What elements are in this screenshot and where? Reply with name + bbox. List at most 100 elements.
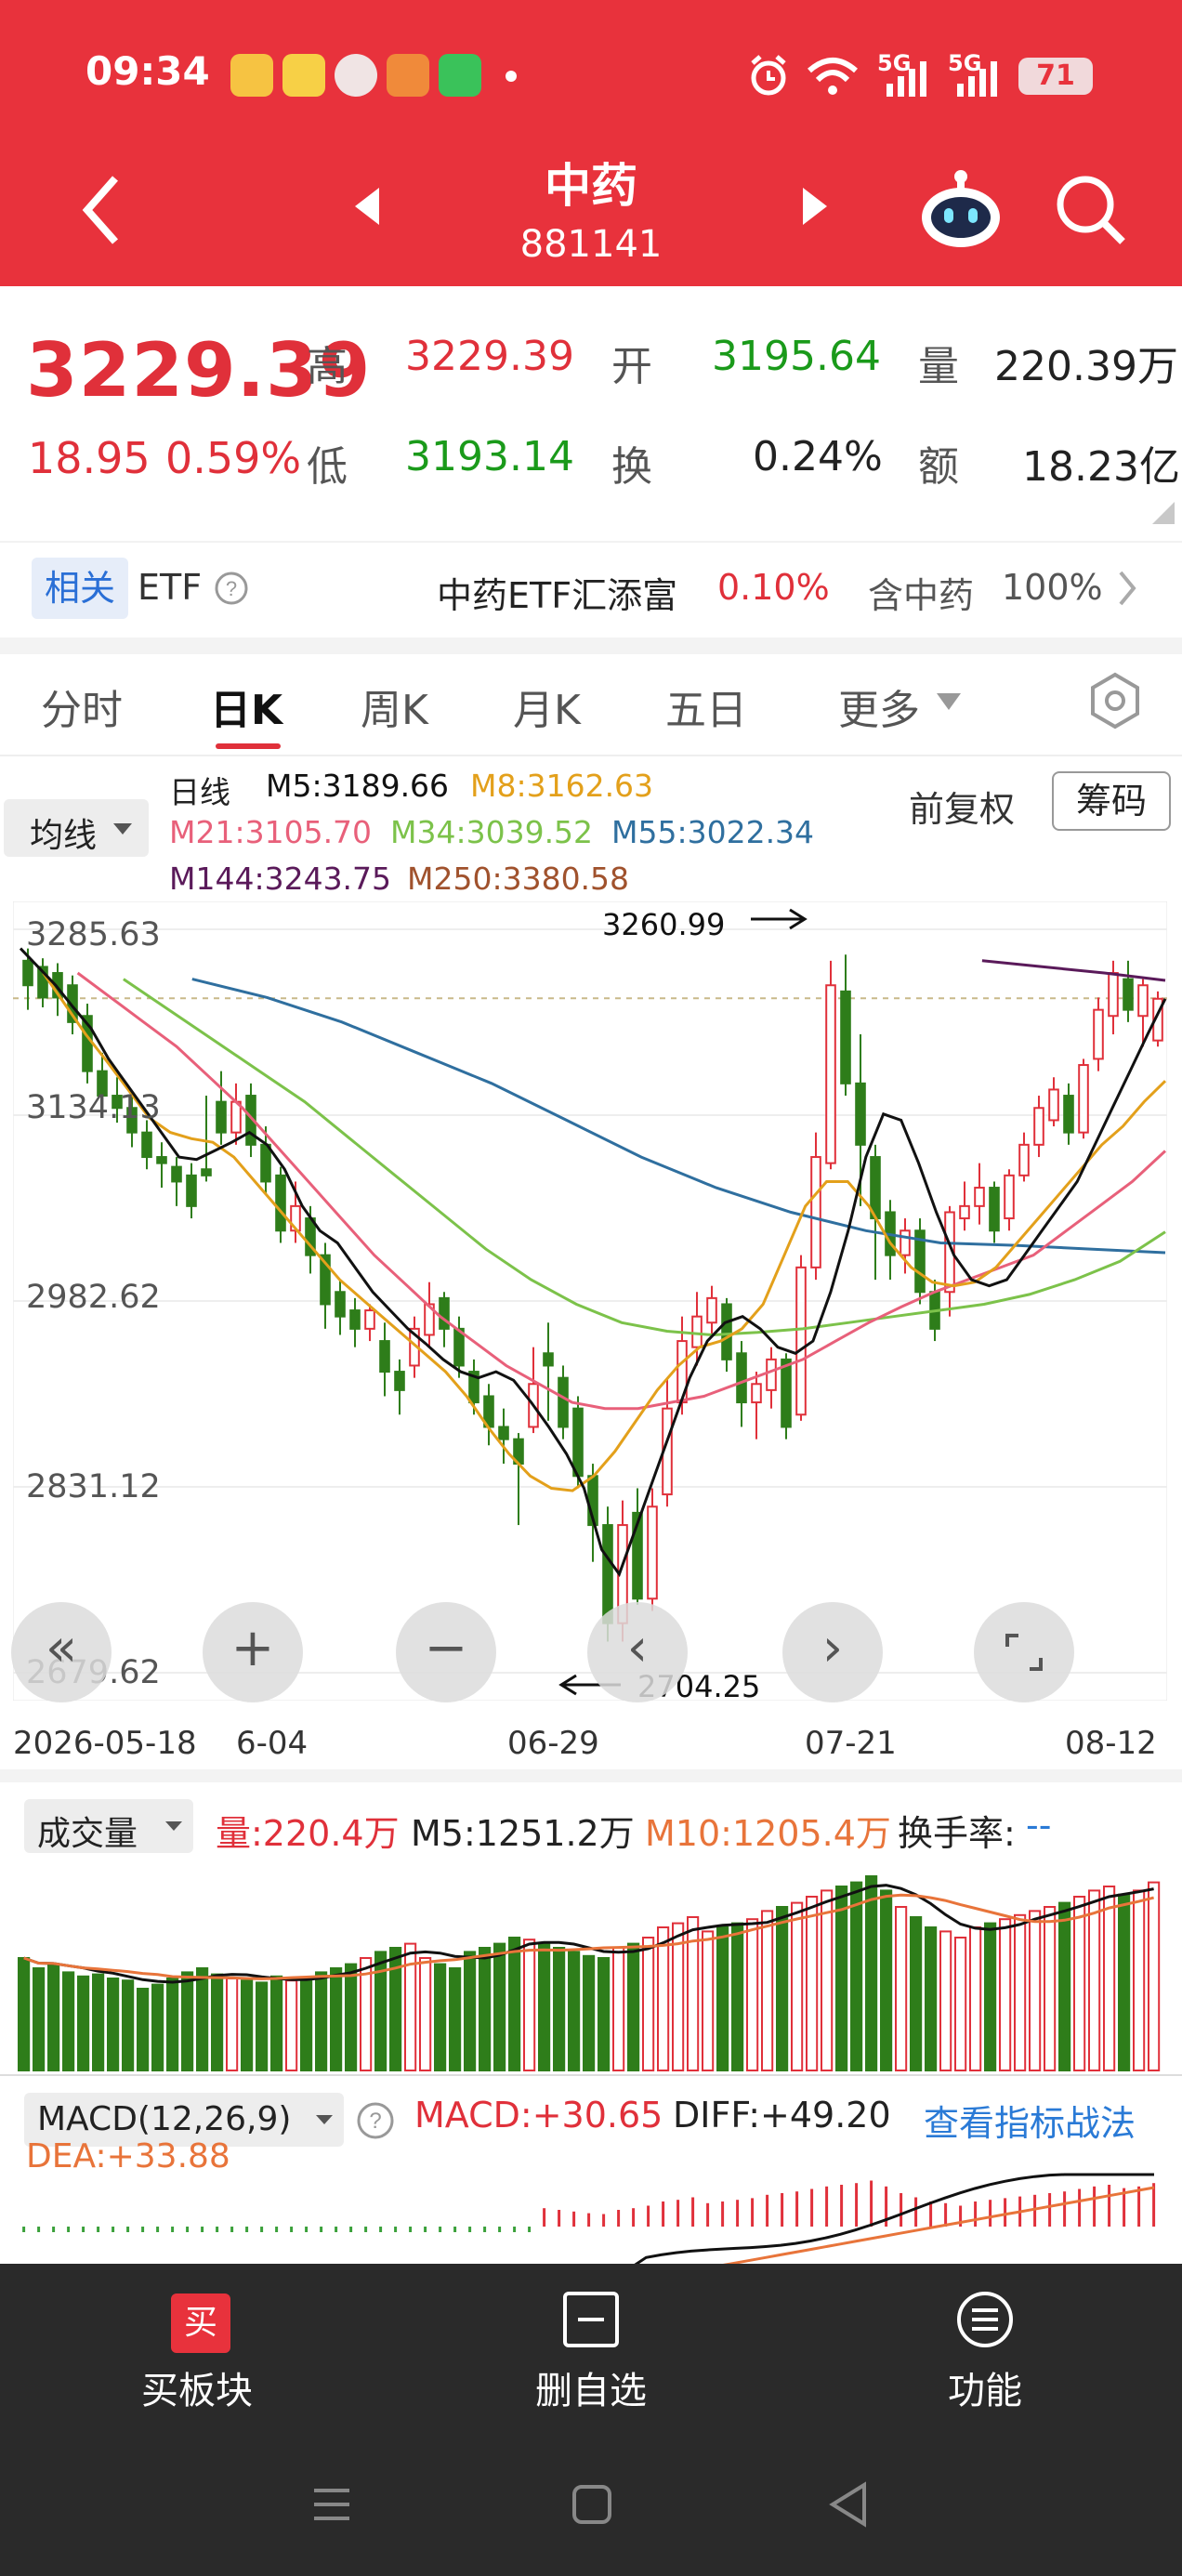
y-tick-3: 2982.62 xyxy=(26,1279,161,1316)
candle xyxy=(572,1407,584,1478)
volume-bar xyxy=(969,1926,982,2071)
candle xyxy=(335,1291,346,1318)
x-label-start: 2026-05-18 xyxy=(13,1725,197,1762)
tab-weekly-k[interactable]: 周K xyxy=(361,677,428,736)
volume-bar xyxy=(568,1951,581,2071)
volume-bar xyxy=(1118,1893,1131,2071)
volume-bar xyxy=(523,1939,536,2071)
fullscreen-icon xyxy=(1005,1634,1043,1671)
volume-bar xyxy=(345,1963,358,2071)
buy-icon[interactable]: 买 xyxy=(171,2293,230,2353)
volume-bar xyxy=(1029,1910,1042,2072)
home-nav-icon[interactable] xyxy=(571,2483,613,2526)
volume-bar xyxy=(1103,1886,1116,2071)
function-button[interactable]: 功能 xyxy=(892,2360,1078,2414)
turnover-label: 换 xyxy=(611,443,652,491)
scroll-right-button[interactable]: › xyxy=(782,1602,883,1702)
chips-button[interactable]: 筹码 xyxy=(1052,771,1171,831)
app-icon-1 xyxy=(230,54,273,97)
volume-selector[interactable]: 成交量 xyxy=(24,1799,193,1853)
macd-selector-label: MACD(12,26,9) xyxy=(37,2100,292,2138)
x-label-4: 07-21 xyxy=(805,1725,897,1762)
volume-bar xyxy=(939,1930,952,2072)
weibo-icon xyxy=(282,54,325,97)
tab-active-indicator xyxy=(216,743,281,749)
candle xyxy=(900,1229,911,1256)
volume-bar xyxy=(464,1951,477,2071)
etf-hold-pct: 100% xyxy=(1002,567,1103,608)
volume-bar xyxy=(731,1922,744,2071)
volume-bar xyxy=(137,1988,150,2071)
fullscreen-button[interactable] xyxy=(974,1602,1074,1702)
volume-bar xyxy=(895,1906,908,2071)
volume-bar xyxy=(984,1922,997,2071)
volume-bar xyxy=(77,1975,90,2071)
tab-five-day[interactable]: 五日 xyxy=(665,677,747,736)
adjust-mode[interactable]: 前复权 xyxy=(909,781,1015,832)
candle xyxy=(1093,1008,1104,1060)
candle xyxy=(543,1352,554,1367)
volume-bar xyxy=(122,1979,135,2071)
notification-dot xyxy=(506,71,517,82)
etf-name[interactable]: 中药ETF汇添富 xyxy=(437,567,677,618)
etf-hold-label: 含中药 xyxy=(868,575,975,616)
zoom-out-button[interactable]: − xyxy=(396,1602,496,1702)
function-menu-icon[interactable] xyxy=(955,2290,1015,2349)
tab-more[interactable]: 更多 xyxy=(838,677,920,736)
expand-corner-icon[interactable] xyxy=(1152,502,1175,524)
chevron-right-icon[interactable] xyxy=(1115,569,1139,608)
zoom-in-button[interactable]: + xyxy=(203,1602,303,1702)
macd-chart[interactable] xyxy=(13,2165,1167,2264)
volume-dropdown-icon xyxy=(165,1821,182,1831)
open-label: 开 xyxy=(611,343,652,390)
high-arrow-icon xyxy=(751,908,808,930)
y-tick-2: 3134.13 xyxy=(26,1089,161,1126)
scroll-left-fast-button[interactable]: « xyxy=(11,1602,112,1702)
menu-nav-icon[interactable] xyxy=(310,2483,353,2526)
help-icon[interactable]: ? xyxy=(214,571,249,606)
battery-indicator: 71 xyxy=(1018,58,1093,95)
volume-bar xyxy=(508,1937,521,2071)
macd-strategy-link[interactable]: 查看指标战法 xyxy=(924,2095,1136,2146)
remove-watchlist-icon[interactable] xyxy=(561,2290,621,2349)
volume-bar xyxy=(1073,1896,1086,2071)
candle xyxy=(751,1383,762,1404)
volume-selector-label: 成交量 xyxy=(37,1815,138,1853)
header-bar: 09:34 5G 5G 71 中药 881141 xyxy=(0,0,1182,286)
tab-monthly-k[interactable]: 月K xyxy=(513,677,581,736)
tab-daily-k[interactable]: 日K xyxy=(210,677,282,736)
tab-intraday[interactable]: 分时 xyxy=(41,677,123,736)
next-stock-icon[interactable] xyxy=(799,186,831,227)
volume-bar xyxy=(434,1963,447,2071)
volume-bar xyxy=(999,1918,1012,2071)
macd-value: MACD:+30.65 xyxy=(414,2095,663,2136)
volume-bar xyxy=(791,1901,804,2071)
back-nav-icon[interactable] xyxy=(827,2481,870,2528)
remove-watchlist-button[interactable]: 删自选 xyxy=(498,2360,684,2414)
candle xyxy=(974,1187,985,1207)
macd-help-icon[interactable]: ? xyxy=(355,2100,396,2141)
scroll-left-button[interactable]: ‹ xyxy=(587,1602,688,1702)
diff-value: DIFF:+49.20 xyxy=(673,2095,891,2136)
more-dropdown-icon[interactable] xyxy=(935,691,963,714)
volume-bar xyxy=(1044,1906,1057,2071)
robot-assistant-icon[interactable] xyxy=(916,167,1005,251)
search-icon[interactable] xyxy=(1054,173,1128,247)
high-annotation: 3260.99 xyxy=(602,907,726,942)
volume-bar xyxy=(910,1916,923,2071)
ma-selector[interactable]: 均线 xyxy=(4,799,149,857)
candle xyxy=(691,1315,703,1348)
settings-hexagon-icon[interactable] xyxy=(1085,671,1145,730)
volume-bar xyxy=(18,1957,31,2071)
k-line-chart[interactable] xyxy=(13,901,1167,1701)
candle xyxy=(379,1340,390,1373)
volume-chart[interactable] xyxy=(13,1855,1167,2072)
volume-bar xyxy=(62,1971,75,2071)
price-change: 18.95 xyxy=(28,433,151,483)
turnover-value: 0.24% xyxy=(753,433,883,480)
ma-m34-value: M34:3039.52 xyxy=(390,814,594,850)
candle xyxy=(439,1296,450,1330)
candle xyxy=(810,1156,821,1268)
volume-bar xyxy=(1133,1889,1146,2072)
buy-sector-button[interactable]: 买板块 xyxy=(104,2360,290,2414)
